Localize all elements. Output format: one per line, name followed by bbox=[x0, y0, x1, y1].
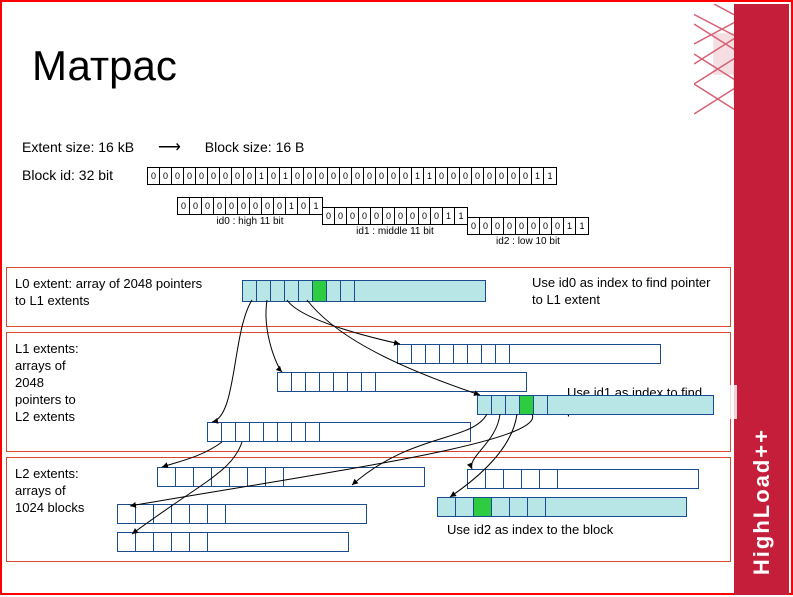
arrow-icon: ⟶ bbox=[158, 137, 181, 157]
use-id0-text: Use id0 as index to find pointer to L1 e… bbox=[532, 275, 712, 309]
l2-extent-selected bbox=[437, 497, 687, 517]
l0-text: L0 extent: array of 2048 pointers to L1 … bbox=[15, 276, 215, 310]
l1-extent-2 bbox=[277, 372, 527, 392]
l2-extent-1 bbox=[157, 467, 425, 487]
use-id2-text: Use id2 as index to the block bbox=[447, 522, 613, 539]
l2-extent-4 bbox=[117, 504, 367, 524]
block-id-label: Block id: 32 bit bbox=[22, 167, 113, 183]
id0-label: id0 : high 11 bit bbox=[177, 216, 323, 227]
block-size-label: Block size: 16 B bbox=[205, 139, 305, 155]
block-id-row: Block id: 32 bit 00000000010100000000001… bbox=[22, 167, 557, 185]
id-breakdown: 000000000101id0 : high 11 bit 0000000000… bbox=[177, 197, 588, 249]
bits-32: 0000000001010000000000110000000011 bbox=[147, 167, 557, 185]
l2-text: L2 extents: arrays of 1024 blocks bbox=[15, 466, 84, 517]
id1-label: id1 : middle 11 bit bbox=[322, 226, 468, 237]
brand-text: HighLoad++ bbox=[749, 428, 775, 575]
l0-extent bbox=[242, 280, 486, 302]
size-row: Extent size: 16 kB ⟶ Block size: 16 B bbox=[22, 137, 304, 157]
brand-sidebar: HighLoad++ bbox=[734, 4, 789, 595]
extent-size-label: Extent size: 16 kB bbox=[22, 139, 134, 155]
l1-extent-selected bbox=[477, 395, 714, 415]
l1-extent-4 bbox=[207, 422, 471, 442]
id2-label: id2 : low 10 bit bbox=[467, 236, 589, 247]
page-title: Матрас bbox=[32, 42, 177, 90]
l1-text: L1 extents: arrays of 2048 pointers to L… bbox=[15, 341, 79, 425]
l2-extent-5 bbox=[117, 532, 349, 552]
slide-frame: HighLoad++ Матрас Extent size: 16 kB ⟶ B… bbox=[0, 0, 793, 595]
l1-extent-1 bbox=[397, 344, 661, 364]
l2-extent-2 bbox=[467, 469, 699, 489]
